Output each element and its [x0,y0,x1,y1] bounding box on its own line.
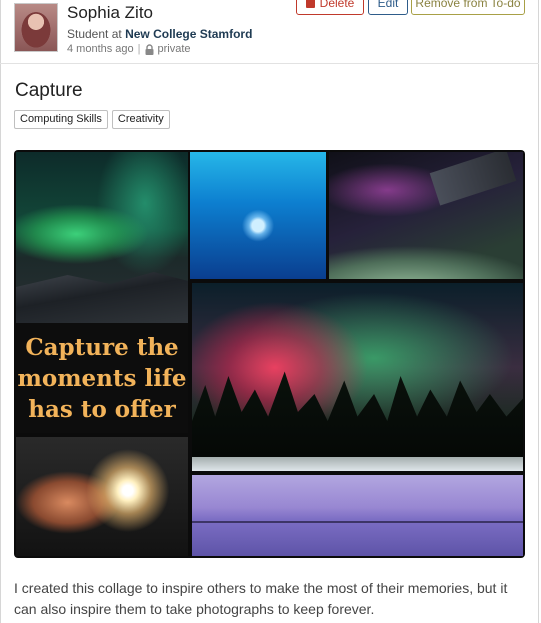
school-link[interactable]: New College Stamford [125,27,252,41]
author-role: Student at New College Stamford [67,27,252,41]
jellyfish-photo [190,152,326,279]
post-description: I created this collage to inspire others… [14,580,508,617]
remove-from-todo-button[interactable]: Remove from To-do [411,0,525,15]
trash-icon [305,0,315,8]
aurora-mountain-photo [16,152,188,323]
post-time: 4 months ago [67,43,134,55]
role-prefix: Student at [67,27,122,41]
tag-computing-skills[interactable]: Computing Skills [14,110,108,129]
frame-border-left [0,0,1,623]
collage-quote: Capture the moments life has to offer [17,333,187,423]
delete-button-label: Delete [319,0,355,10]
post-meta: 4 months ago | private [67,43,191,55]
delete-button[interactable]: Delete [296,0,364,15]
aurora-forest-photo [192,283,523,471]
collage-image[interactable]: Capture the moments life has to offer [14,150,525,558]
edit-button[interactable]: Edit [368,0,408,15]
author-name[interactable]: Sophia Zito [67,3,153,23]
meta-separator: | [137,43,141,55]
sparkler-photo [16,437,188,556]
space-station-photo [329,152,523,279]
bridge-lake-photo [192,475,523,556]
frame-border-right [538,0,539,623]
collage-quote-tile: Capture the moments life has to offer [16,323,188,433]
visibility-label: private [157,43,191,55]
avatar[interactable] [14,3,58,52]
post-title: Capture [15,80,83,101]
tag-list: Computing Skills Creativity [14,110,170,129]
header-divider [0,63,539,64]
lock-icon [145,43,154,55]
tag-creativity[interactable]: Creativity [111,110,170,129]
